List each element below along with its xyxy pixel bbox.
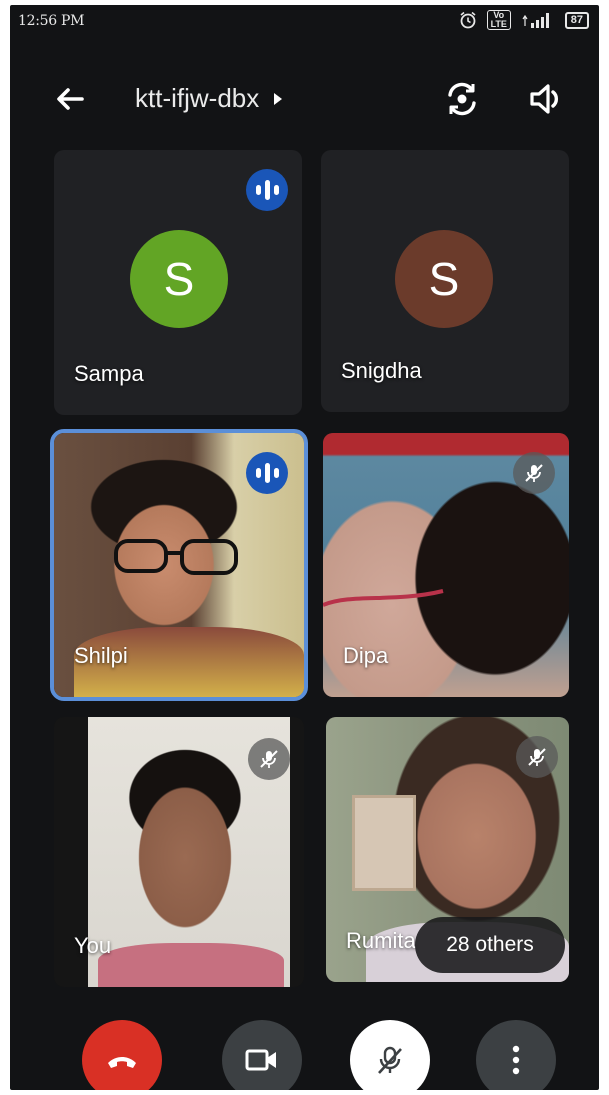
video-camera-icon: [245, 1049, 276, 1071]
mic-off-icon: [248, 738, 290, 780]
avatar: S: [130, 230, 228, 328]
back-arrow-icon[interactable]: [50, 79, 90, 119]
signal-icon: [522, 13, 549, 28]
speaking-indicator-icon: [246, 169, 288, 211]
participant-name: Snigdha: [341, 358, 422, 383]
meeting-code: ktt-ifjw-dbx: [135, 83, 260, 113]
status-icons: Vo LTE 87: [459, 10, 589, 30]
participant-name: Shilpi: [74, 643, 128, 668]
meet-screen: 12:56 PM Vo LTE 87 ktt-ifjw-dbx S Sampa …: [10, 5, 599, 1090]
avatar: S: [395, 230, 493, 328]
battery-indicator: 87: [564, 11, 589, 29]
status-time: 12:56 PM: [18, 13, 85, 29]
wall-picture: [352, 795, 416, 891]
volte-icon: Vo LTE: [486, 10, 511, 30]
others-count-chip[interactable]: 28 others: [415, 917, 565, 973]
camera-button[interactable]: [222, 1020, 302, 1090]
video-feed-shoulders: [98, 943, 284, 987]
more-options-button[interactable]: [476, 1020, 556, 1090]
participant-tile-sampa[interactable]: S Sampa: [54, 150, 302, 415]
participant-name: Sampa: [74, 361, 144, 386]
switch-camera-icon[interactable]: [440, 77, 484, 121]
mic-off-icon: [516, 736, 558, 778]
phone-hangup-icon: [108, 1057, 136, 1068]
end-call-button[interactable]: [82, 1020, 162, 1090]
participant-name: Rumita: [346, 928, 416, 953]
participant-tile-self[interactable]: You: [54, 717, 304, 987]
participant-name: You: [74, 933, 112, 958]
glasses-shape: [114, 539, 238, 575]
participant-tile-shilpi[interactable]: Shilpi: [50, 429, 308, 701]
mic-off-icon: [378, 1046, 402, 1074]
alarm-icon: [460, 11, 476, 29]
call-header: ktt-ifjw-dbx: [10, 65, 599, 135]
glasses-shape: [323, 589, 444, 607]
meeting-title[interactable]: ktt-ifjw-dbx: [135, 83, 283, 114]
avatar-initial: S: [163, 253, 195, 305]
caret-right-icon: [274, 92, 283, 105]
participant-tile-snigdha[interactable]: S Snigdha: [321, 150, 569, 412]
more-vertical-icon: [512, 1045, 520, 1075]
participant-tile-dipa[interactable]: Dipa: [323, 433, 569, 697]
status-bar: 12:56 PM Vo LTE 87: [10, 5, 599, 37]
speaking-indicator-icon: [246, 452, 288, 494]
speaker-icon[interactable]: [524, 77, 568, 121]
participant-name: Dipa: [343, 643, 389, 668]
microphone-button[interactable]: [350, 1020, 430, 1090]
mic-off-icon: [513, 452, 555, 494]
avatar-initial: S: [428, 253, 460, 305]
